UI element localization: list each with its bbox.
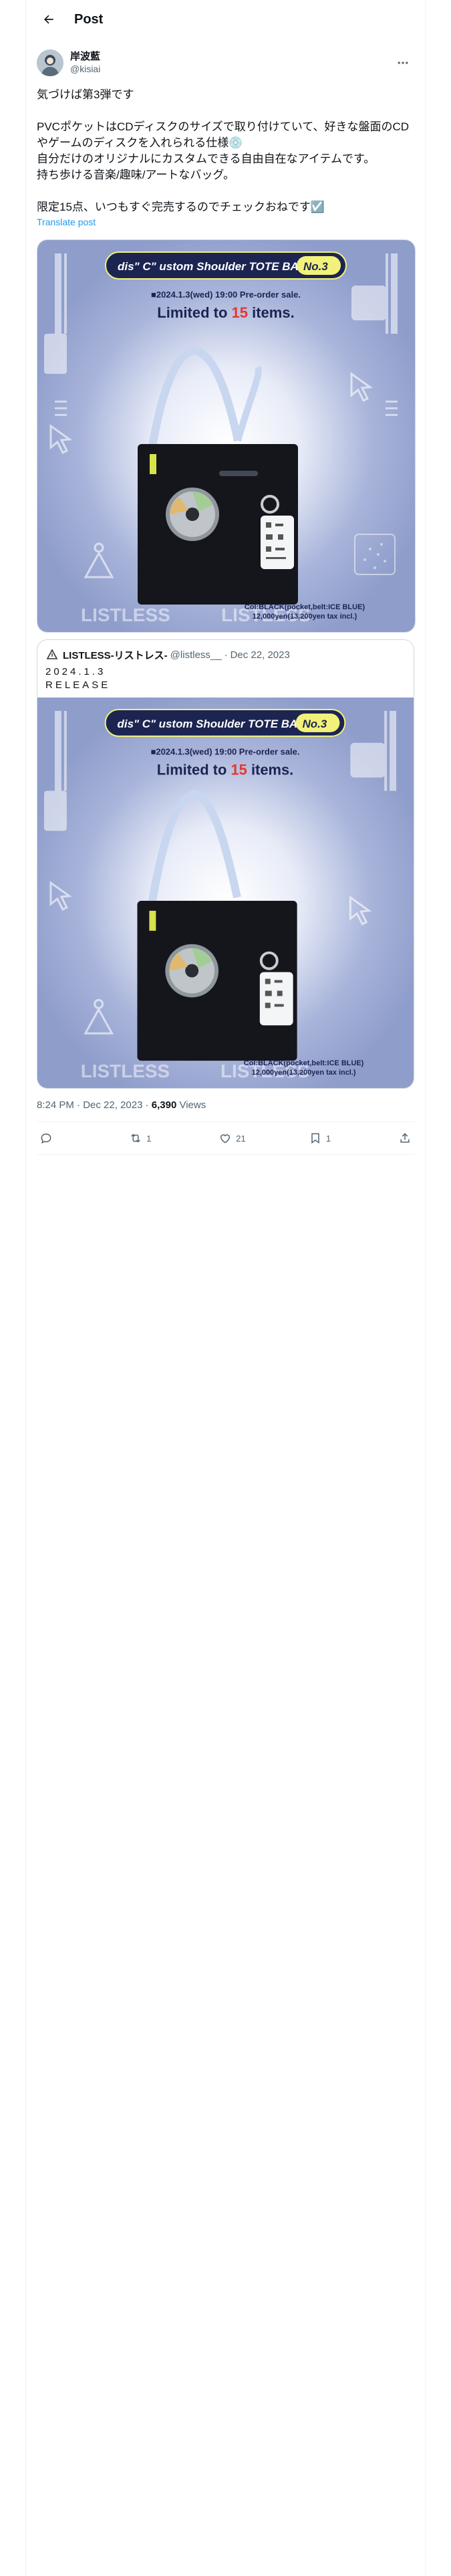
heart-icon: [220, 1134, 231, 1144]
quoted-post-header: LISTLESS-リストレス- @listless__ · Dec 22, 20…: [37, 640, 414, 661]
like-count: 21: [236, 1133, 246, 1144]
post-text: 気づけば第3弾です PVCポケットはCDディスクのサイズで取り付けていて、好きな…: [37, 88, 410, 213]
back-arrow-icon: [44, 15, 53, 24]
post-timestamp[interactable]: 8:24 PM · Dec 22, 2023 ·: [37, 1099, 152, 1111]
more-options-button[interactable]: [392, 51, 414, 74]
bookmark-icon: [311, 1133, 319, 1144]
views-label: Views: [176, 1099, 206, 1111]
share-button[interactable]: [398, 1132, 412, 1145]
limited-line: Limited to 15 items.: [157, 304, 294, 321]
quoted-brand-watermark-left: LISTLESS: [81, 1061, 170, 1081]
repost-button[interactable]: 1: [129, 1132, 156, 1145]
reply-icon: [41, 1133, 51, 1144]
like-button[interactable]: 21: [218, 1132, 246, 1145]
post-column: Post 岸波藍 @kisiai 気づけば第3弾です PVCポケットはCDディス…: [26, 0, 425, 1155]
post-meta: 8:24 PM · Dec 22, 2023 · 6,390 Views: [37, 1089, 414, 1122]
col-line: Col:BLACK(pocket,belt:ICE BLUE): [245, 603, 365, 611]
date-line: ■2024.1.3(wed) 19:00 Pre-order sale.: [151, 290, 301, 300]
quoted-post[interactable]: LISTLESS-リストレス- @listless__ · Dec 22, 20…: [37, 639, 414, 1089]
repost-count: 1: [146, 1133, 152, 1144]
price-line: 12,000yen(13,200yen tax incl.): [253, 613, 357, 621]
number-badge: No.3: [303, 260, 328, 273]
quoted-title-pill-text: dis" C" ustom Shoulder TOTE BAG: [118, 718, 307, 730]
author-display-name[interactable]: 岸波藍: [70, 51, 392, 63]
reply-button[interactable]: [39, 1132, 66, 1145]
quoted-avatar-triangle-icon: [45, 648, 59, 661]
quoted-text: 2024.1.3 RELEASE: [45, 666, 111, 691]
author-username[interactable]: @kisiai: [70, 63, 392, 75]
quoted-number-badge: No.3: [303, 718, 327, 730]
quoted-limited-line: Limited to 15 items.: [157, 762, 294, 778]
translate-link[interactable]: Translate post: [26, 215, 425, 230]
brand-watermark-left: LISTLESS: [81, 605, 170, 625]
top-bar: Post: [26, 0, 425, 39]
bookmark-count: 1: [325, 1133, 331, 1144]
avatar[interactable]: [37, 49, 63, 76]
quoted-username[interactable]: @listless__: [170, 649, 222, 661]
quoted-price-line: 12,000yen(13,200yen tax incl.): [252, 1069, 356, 1077]
quoted-tote-bag-promo-image: LISTLESS LISTLESS dis" C" ustom Shoulder…: [37, 697, 414, 1088]
quoted-date-line: ■2024.1.3(wed) 19:00 Pre-order sale.: [151, 747, 300, 757]
right-rail: [425, 0, 451, 2576]
share-icon: [400, 1133, 410, 1143]
quoted-image[interactable]: LISTLESS LISTLESS dis" C" ustom Shoulder…: [37, 697, 414, 1088]
ellipsis-icon: [398, 62, 408, 64]
left-rail: [0, 0, 26, 2576]
quoted-display-name[interactable]: LISTLESS-リストレス-: [63, 648, 168, 662]
post-image[interactable]: LISTLESS LISTLESS dis" C" ustom Shoulder…: [37, 239, 416, 633]
quoted-col-line: Col:BLACK(pocket,belt:ICE BLUE): [244, 1059, 364, 1067]
repost-icon: [131, 1134, 140, 1143]
views-count: 6,390: [151, 1099, 177, 1111]
page-title: Post: [74, 11, 104, 27]
tote-bag-promo-image: LISTLESS LISTLESS dis" C" ustom Shoulder…: [37, 240, 415, 632]
quoted-separator: ·: [224, 649, 228, 661]
title-pill-text: dis" C" ustom Shoulder TOTE BAG: [118, 260, 307, 273]
quoted-date[interactable]: Dec 22, 2023: [231, 649, 290, 661]
back-button[interactable]: [37, 7, 61, 31]
action-bar: 1 21 1: [37, 1122, 414, 1155]
post-author: 岸波藍 @kisiai: [26, 39, 425, 79]
bookmark-button[interactable]: 1: [309, 1132, 335, 1145]
